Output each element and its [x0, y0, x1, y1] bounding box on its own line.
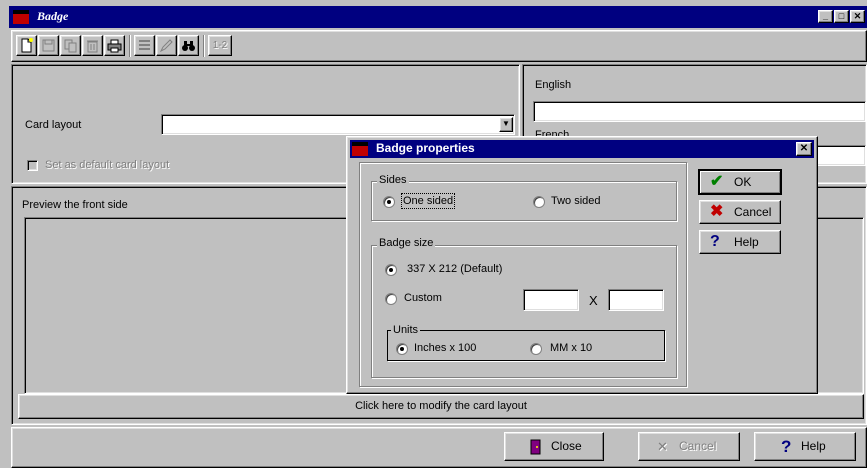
- default-layout-checkbox[interactable]: [27, 160, 38, 171]
- close-window-button[interactable]: ✕: [850, 10, 865, 23]
- delete-button[interactable]: [82, 35, 103, 56]
- printer-icon: [107, 39, 122, 53]
- checkmark-icon: ✔: [710, 173, 724, 190]
- app-icon: [13, 10, 29, 24]
- help-question-icon: ?: [710, 233, 720, 250]
- save-button[interactable]: [38, 35, 59, 56]
- dialog-close-icon[interactable]: ✕: [796, 142, 812, 156]
- english-field[interactable]: [533, 101, 866, 122]
- toolbar-separator: [203, 35, 205, 57]
- copy-button[interactable]: [60, 35, 81, 56]
- list-button[interactable]: [134, 35, 155, 56]
- maximize-button[interactable]: □: [834, 10, 849, 23]
- modify-card-layout-button[interactable]: Click here to modify the card layout: [18, 394, 864, 419]
- new-button[interactable]: [16, 35, 37, 56]
- minimize-button[interactable]: _: [818, 10, 833, 23]
- inches-radio[interactable]: [396, 343, 408, 355]
- sides-group-label: Sides: [377, 174, 409, 186]
- help-button-label: Help: [801, 439, 826, 453]
- bottom-button-bar: Close ✕ Cancel ? Help: [11, 427, 867, 468]
- copy-icon: [64, 39, 77, 53]
- one-sided-radio[interactable]: [383, 196, 395, 208]
- inches-label: Inches x 100: [414, 342, 477, 354]
- print-button[interactable]: [104, 35, 125, 56]
- card-layout-combo[interactable]: ▼: [161, 114, 515, 135]
- page-toggle-button[interactable]: 1-2: [208, 35, 232, 56]
- window-title: Badge: [37, 9, 69, 23]
- dialog-icon: [352, 142, 368, 156]
- units-group-label: Units: [391, 324, 421, 336]
- dialog-cancel-button[interactable]: ✖ Cancel: [699, 200, 781, 224]
- preview-label: Preview the front side: [22, 199, 128, 211]
- one-sided-label: One sided: [400, 193, 456, 209]
- card-layout-label: Card layout: [25, 119, 82, 131]
- custom-size-radio[interactable]: [385, 293, 397, 305]
- search-button[interactable]: [178, 35, 199, 56]
- list-icon: [139, 40, 150, 50]
- default-size-radio[interactable]: [385, 264, 397, 276]
- new-document-icon: [21, 38, 33, 53]
- trash-icon: [87, 40, 98, 53]
- custom-size-label: Custom: [404, 292, 442, 304]
- help-question-icon: ?: [781, 437, 792, 456]
- cancel-x-icon: ✕: [657, 439, 668, 454]
- dialog-title-bar[interactable]: Badge properties ✕: [350, 140, 814, 158]
- save-disk-icon: [42, 39, 55, 52]
- mm-label: MM x 10: [550, 342, 593, 354]
- two-sided-label: Two sided: [551, 195, 601, 207]
- door-exit-icon: [530, 439, 541, 455]
- two-sided-radio[interactable]: [533, 196, 545, 208]
- badge-size-group-label: Badge size: [377, 237, 436, 249]
- toolbar: 1-2: [11, 30, 867, 62]
- dialog-title: Badge properties: [376, 141, 475, 155]
- dialog-cancel-label: Cancel: [734, 205, 772, 219]
- custom-height-field[interactable]: [608, 289, 664, 311]
- badge-properties-dialog: Badge properties ✕ Sides One sided Two s…: [346, 136, 818, 394]
- default-size-label: 337 X 212 (Default): [407, 263, 503, 275]
- cancel-x-icon: ✖: [710, 203, 724, 220]
- ok-button[interactable]: ✔ OK: [699, 170, 781, 194]
- english-label: English: [535, 79, 572, 91]
- default-layout-label: Set as default card layout: [45, 159, 170, 171]
- mm-radio[interactable]: [530, 343, 542, 355]
- badge-window: Badge _ □ ✕ 1-2 Card layout ▼ Set as def…: [0, 0, 867, 468]
- toolbar-separator: [129, 35, 131, 57]
- close-button[interactable]: Close: [504, 432, 604, 461]
- chevron-down-icon[interactable]: ▼: [499, 117, 513, 132]
- ok-button-label: OK: [734, 175, 752, 189]
- cancel-button-label: Cancel: [679, 439, 717, 453]
- pencil-icon: [159, 39, 173, 53]
- dialog-help-label: Help: [734, 235, 759, 249]
- edit-button[interactable]: [156, 35, 177, 56]
- binoculars-icon: [182, 41, 195, 51]
- cancel-button[interactable]: ✕ Cancel: [638, 432, 740, 461]
- close-button-label: Close: [551, 439, 582, 453]
- dialog-help-button[interactable]: ? Help: [699, 230, 781, 254]
- window-title-bar[interactable]: Badge _ □ ✕: [9, 6, 867, 28]
- help-button[interactable]: ? Help: [754, 432, 856, 461]
- dimension-separator: X: [589, 293, 598, 308]
- custom-width-field[interactable]: [523, 289, 579, 311]
